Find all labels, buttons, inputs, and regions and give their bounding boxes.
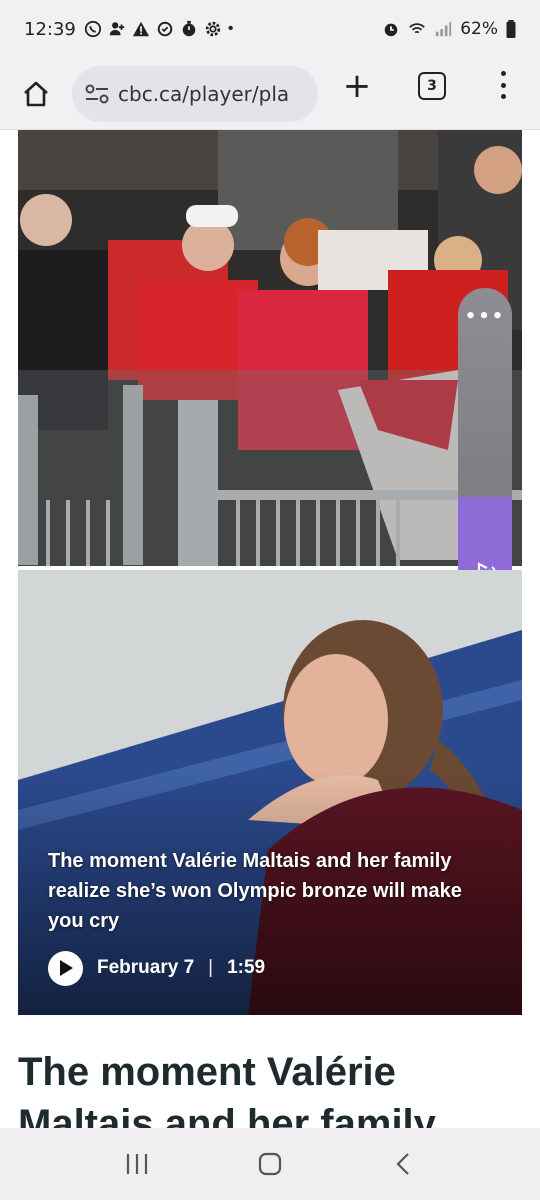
sync-icon bbox=[157, 21, 173, 37]
battery-icon bbox=[506, 20, 516, 38]
settings-icon bbox=[205, 21, 221, 37]
more-vert-icon[interactable] bbox=[496, 71, 510, 99]
tune-icon[interactable] bbox=[84, 83, 110, 105]
timer-icon bbox=[182, 20, 196, 37]
video-date: February 7 bbox=[97, 957, 195, 978]
play-button[interactable] bbox=[48, 950, 83, 986]
back-icon bbox=[396, 1153, 410, 1175]
person-add-icon bbox=[109, 22, 125, 36]
address-bar[interactable]: cbc.ca/player/pla bbox=[72, 65, 318, 122]
battery-percent: 62% bbox=[460, 19, 498, 39]
url-text[interactable]: cbc.ca/player/pla bbox=[118, 82, 289, 106]
home-button[interactable] bbox=[18, 76, 54, 112]
status-time: 12:39 bbox=[24, 18, 76, 40]
warning-icon bbox=[132, 21, 149, 37]
play-icon bbox=[59, 960, 73, 976]
audio-more-button[interactable]: ••• bbox=[458, 306, 512, 327]
home-nav-button[interactable] bbox=[250, 1144, 290, 1184]
alarm-icon bbox=[384, 23, 398, 37]
more-notifications-dot: • bbox=[227, 20, 234, 37]
home-icon bbox=[24, 81, 48, 106]
video-thumbnail bbox=[18, 570, 522, 1015]
system-nav-bar bbox=[0, 1128, 540, 1200]
status-bar: 12:39 • 62% bbox=[0, 0, 540, 58]
wifi-icon bbox=[409, 23, 426, 34]
meta-separator: | bbox=[208, 957, 214, 978]
video-duration: 1:59 bbox=[227, 957, 266, 978]
whatsapp-icon bbox=[84, 20, 101, 38]
browser-toolbar: cbc.ca/player/pla bbox=[0, 58, 540, 130]
back-button[interactable] bbox=[383, 1144, 423, 1184]
system-status: 62% bbox=[382, 19, 516, 39]
crowd-image bbox=[18, 130, 522, 566]
recents-icon bbox=[126, 1154, 147, 1174]
video-meta: February 7 | 1:59 bbox=[48, 950, 265, 986]
signal-icon bbox=[436, 21, 452, 37]
new-tab-button[interactable]: + bbox=[340, 66, 374, 106]
video-player[interactable] bbox=[18, 570, 522, 1015]
crowd-photo bbox=[18, 130, 522, 566]
video-caption[interactable]: The moment Valérie Maltais and her famil… bbox=[48, 846, 498, 936]
audio-widget[interactable]: ••• bbox=[458, 288, 512, 600]
recents-button[interactable] bbox=[117, 1144, 157, 1184]
home-circle-icon bbox=[258, 1152, 282, 1176]
notification-icons: • bbox=[84, 20, 234, 38]
tab-switcher-button[interactable]: 3 bbox=[418, 72, 446, 100]
